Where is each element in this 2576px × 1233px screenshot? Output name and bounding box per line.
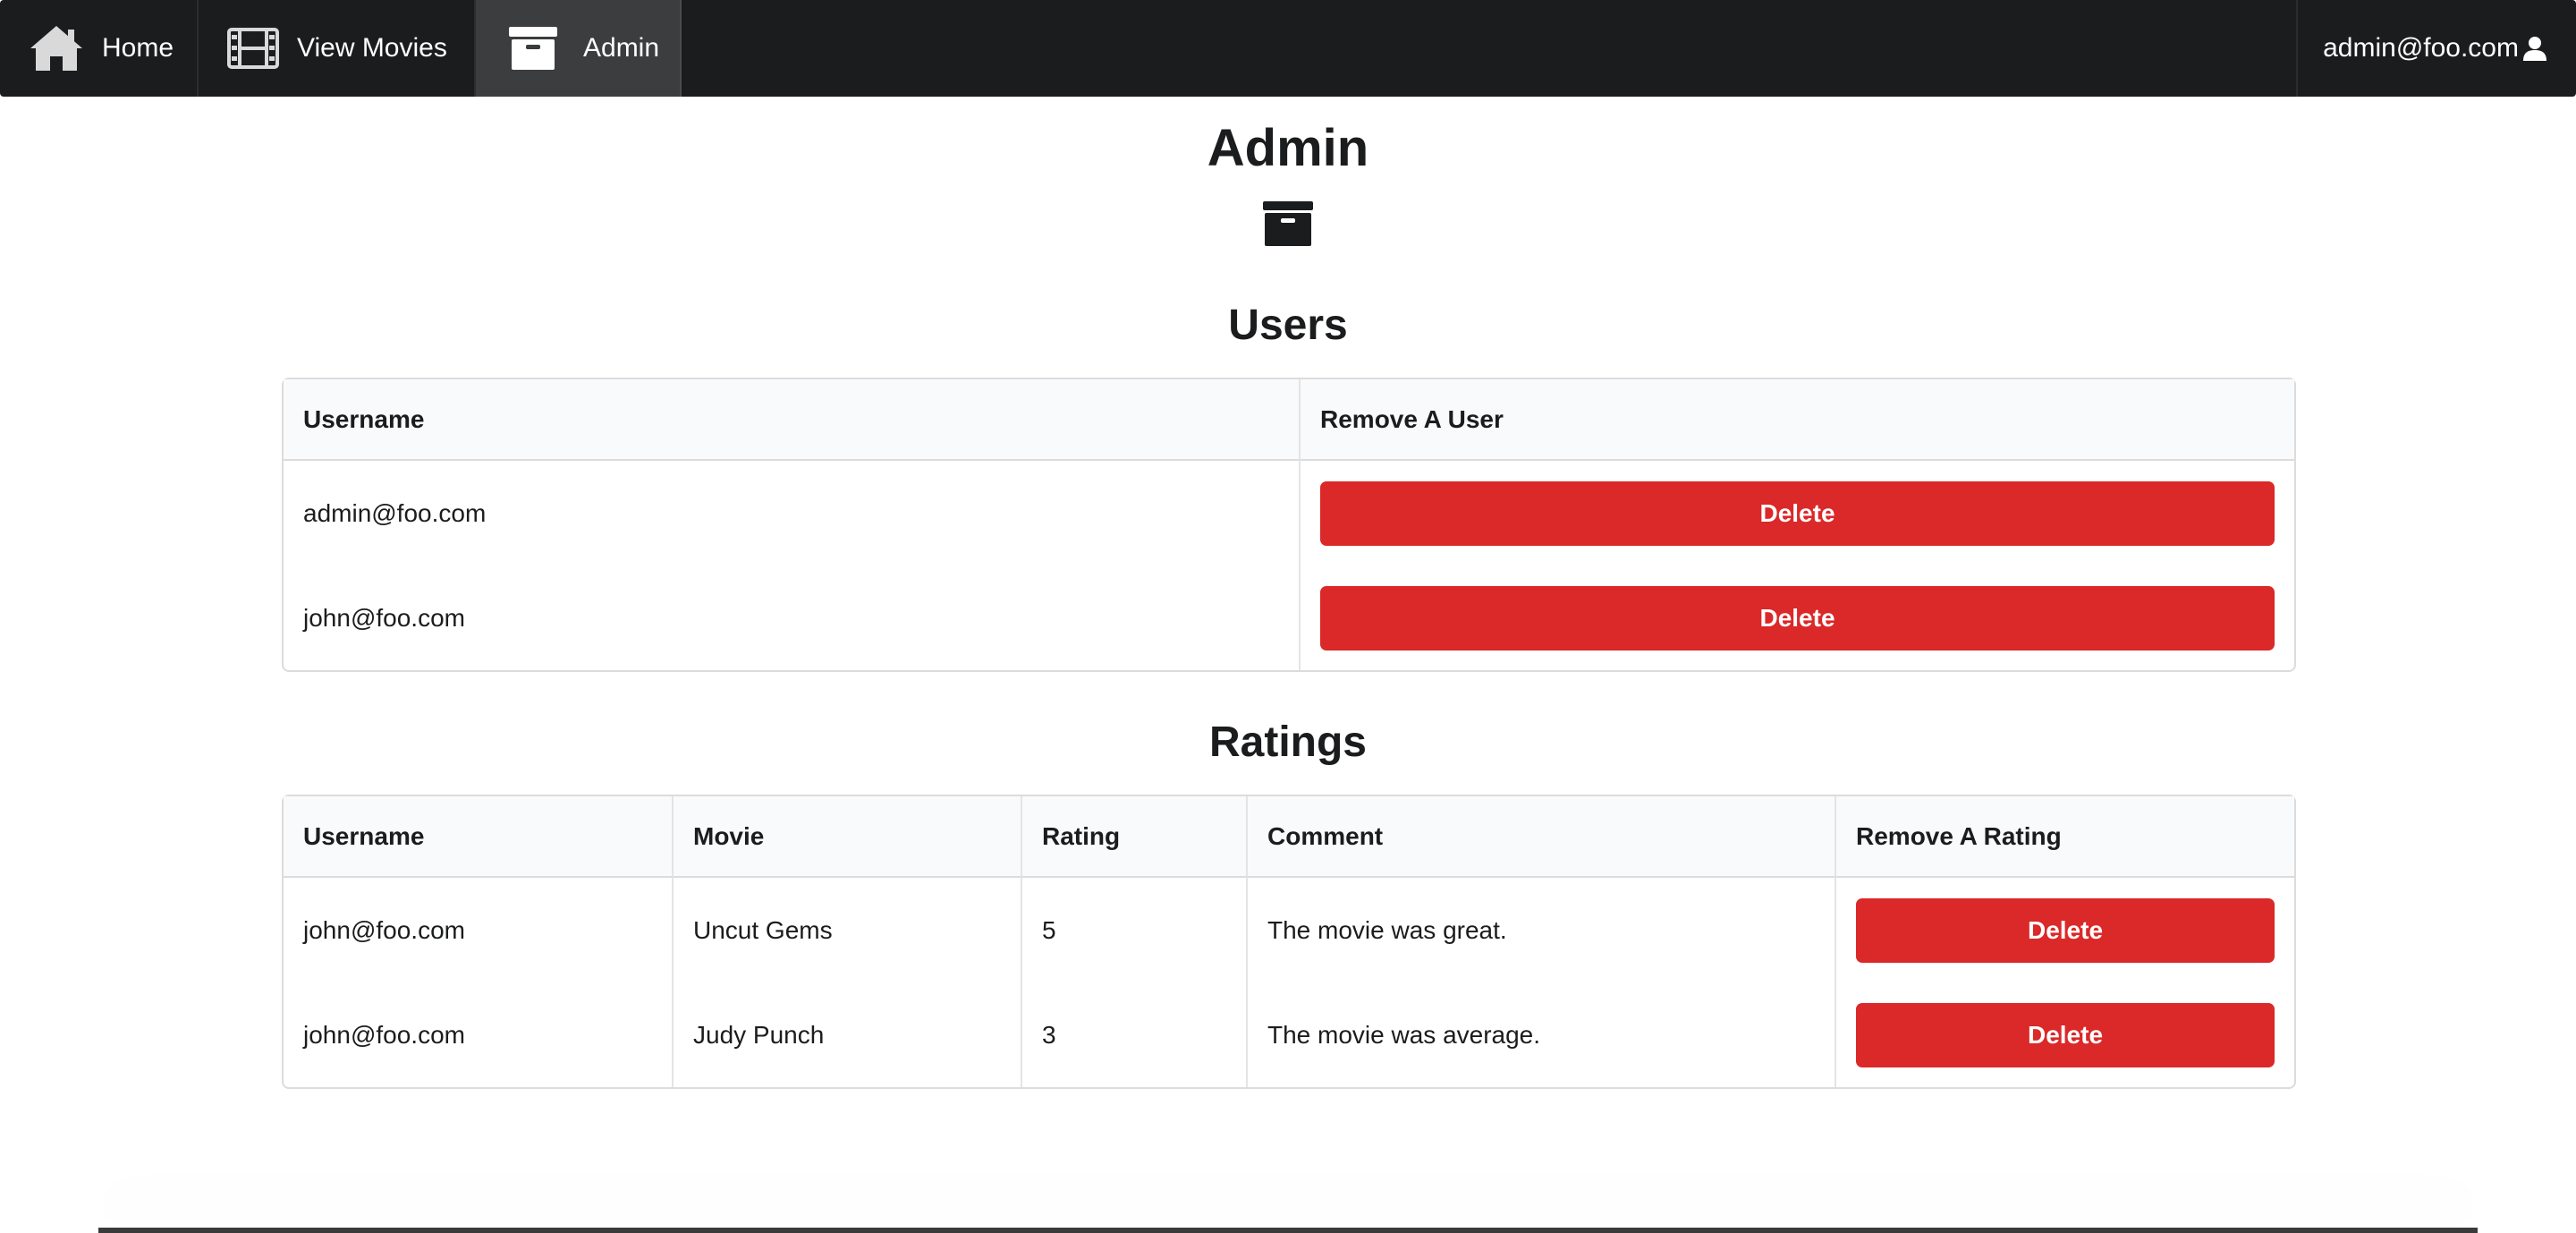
movie-cell: Judy Punch [672, 982, 1021, 1087]
table-row: john@foo.com Uncut Gems 5 The movie was … [284, 878, 2294, 982]
bottom-edge [98, 1228, 2478, 1233]
column-header: Movie [672, 796, 1021, 878]
delete-user-button[interactable]: Delete [1320, 480, 2275, 546]
nav-home[interactable]: Home [0, 0, 199, 97]
delete-rating-button[interactable]: Delete [1856, 897, 2275, 963]
movie-cell: Uncut Gems [672, 878, 1021, 982]
column-header: Username [284, 796, 672, 878]
comment-cell: The movie was great. [1246, 878, 1835, 982]
table-header-row: Username Movie Rating Comment Remove A R… [284, 796, 2294, 878]
page-header: Admin [0, 113, 2576, 247]
nav-admin[interactable]: Admin [476, 0, 682, 97]
column-header: Rating [1021, 796, 1246, 878]
ratings-table: Username Movie Rating Comment Remove A R… [282, 795, 2296, 1089]
users-table: Username Remove A User admin@foo.com Del… [282, 378, 2296, 672]
page-title: Admin [1207, 119, 1369, 177]
comment-cell: The movie was average. [1246, 982, 1835, 1087]
nav-user[interactable]: admin@foo.com [2296, 0, 2576, 97]
nav-admin-label: Admin [583, 33, 660, 63]
rating-cell: 5 [1021, 878, 1246, 982]
nav-home-label: Home [102, 33, 174, 63]
table-row: john@foo.com Delete [284, 565, 2294, 670]
username-cell: john@foo.com [303, 603, 465, 632]
rating-cell: 3 [1021, 982, 1246, 1087]
table-row: admin@foo.com Delete [284, 461, 2294, 565]
ratings-section-title: Ratings [1208, 719, 1367, 766]
column-header: Remove A User [1299, 379, 2294, 461]
table-header-row: Username Remove A User [284, 379, 2294, 461]
table-row: john@foo.com Judy Punch 3 The movie was … [284, 982, 2294, 1087]
home-icon [29, 24, 84, 72]
username-cell: john@foo.com [303, 915, 465, 944]
column-header: Comment [1246, 796, 1835, 878]
delete-user-button[interactable]: Delete [1320, 585, 2275, 651]
column-header: Remove A Rating [1835, 796, 2294, 878]
users-section-title: Users [1228, 302, 1348, 349]
delete-rating-button[interactable]: Delete [1856, 1002, 2275, 1067]
film-icon [227, 28, 279, 69]
column-header: Username [284, 379, 1299, 461]
nav-view-movies-label: View Movies [297, 33, 447, 63]
username-cell: john@foo.com [303, 1020, 465, 1049]
user-icon [2522, 36, 2547, 61]
nav-user-email: admin@foo.com [2323, 33, 2519, 63]
nav-view-movies[interactable]: View Movies [199, 0, 476, 97]
username-cell: admin@foo.com [303, 498, 487, 527]
archive-icon [0, 200, 2576, 247]
archive-icon [508, 26, 558, 71]
top-menu: Home View Movies Admin admin@foo.com [0, 0, 2576, 97]
